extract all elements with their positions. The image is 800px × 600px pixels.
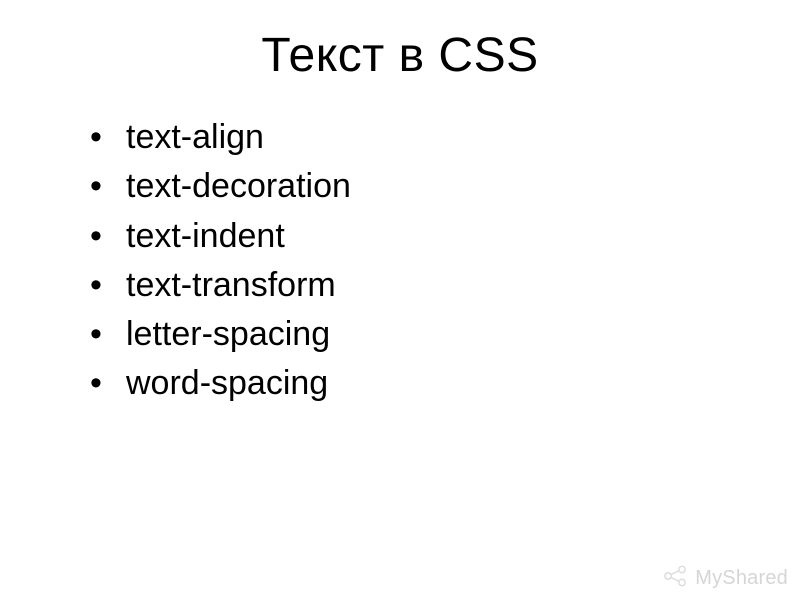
watermark-text: MyShared [695, 567, 788, 590]
list-item: text-indent [90, 212, 740, 261]
slide-container: Текст в CSS text-align text-decoration t… [0, 0, 800, 600]
watermark: MyShared [663, 565, 788, 592]
share-icon [663, 565, 689, 592]
list-item: text-align [90, 113, 740, 162]
slide-title: Текст в CSS [60, 28, 740, 83]
list-item: letter-spacing [90, 310, 740, 359]
bullet-list: text-align text-decoration text-indent t… [60, 113, 740, 409]
list-item: text-decoration [90, 162, 740, 211]
list-item: text-transform [90, 261, 740, 310]
list-item: word-spacing [90, 359, 740, 408]
